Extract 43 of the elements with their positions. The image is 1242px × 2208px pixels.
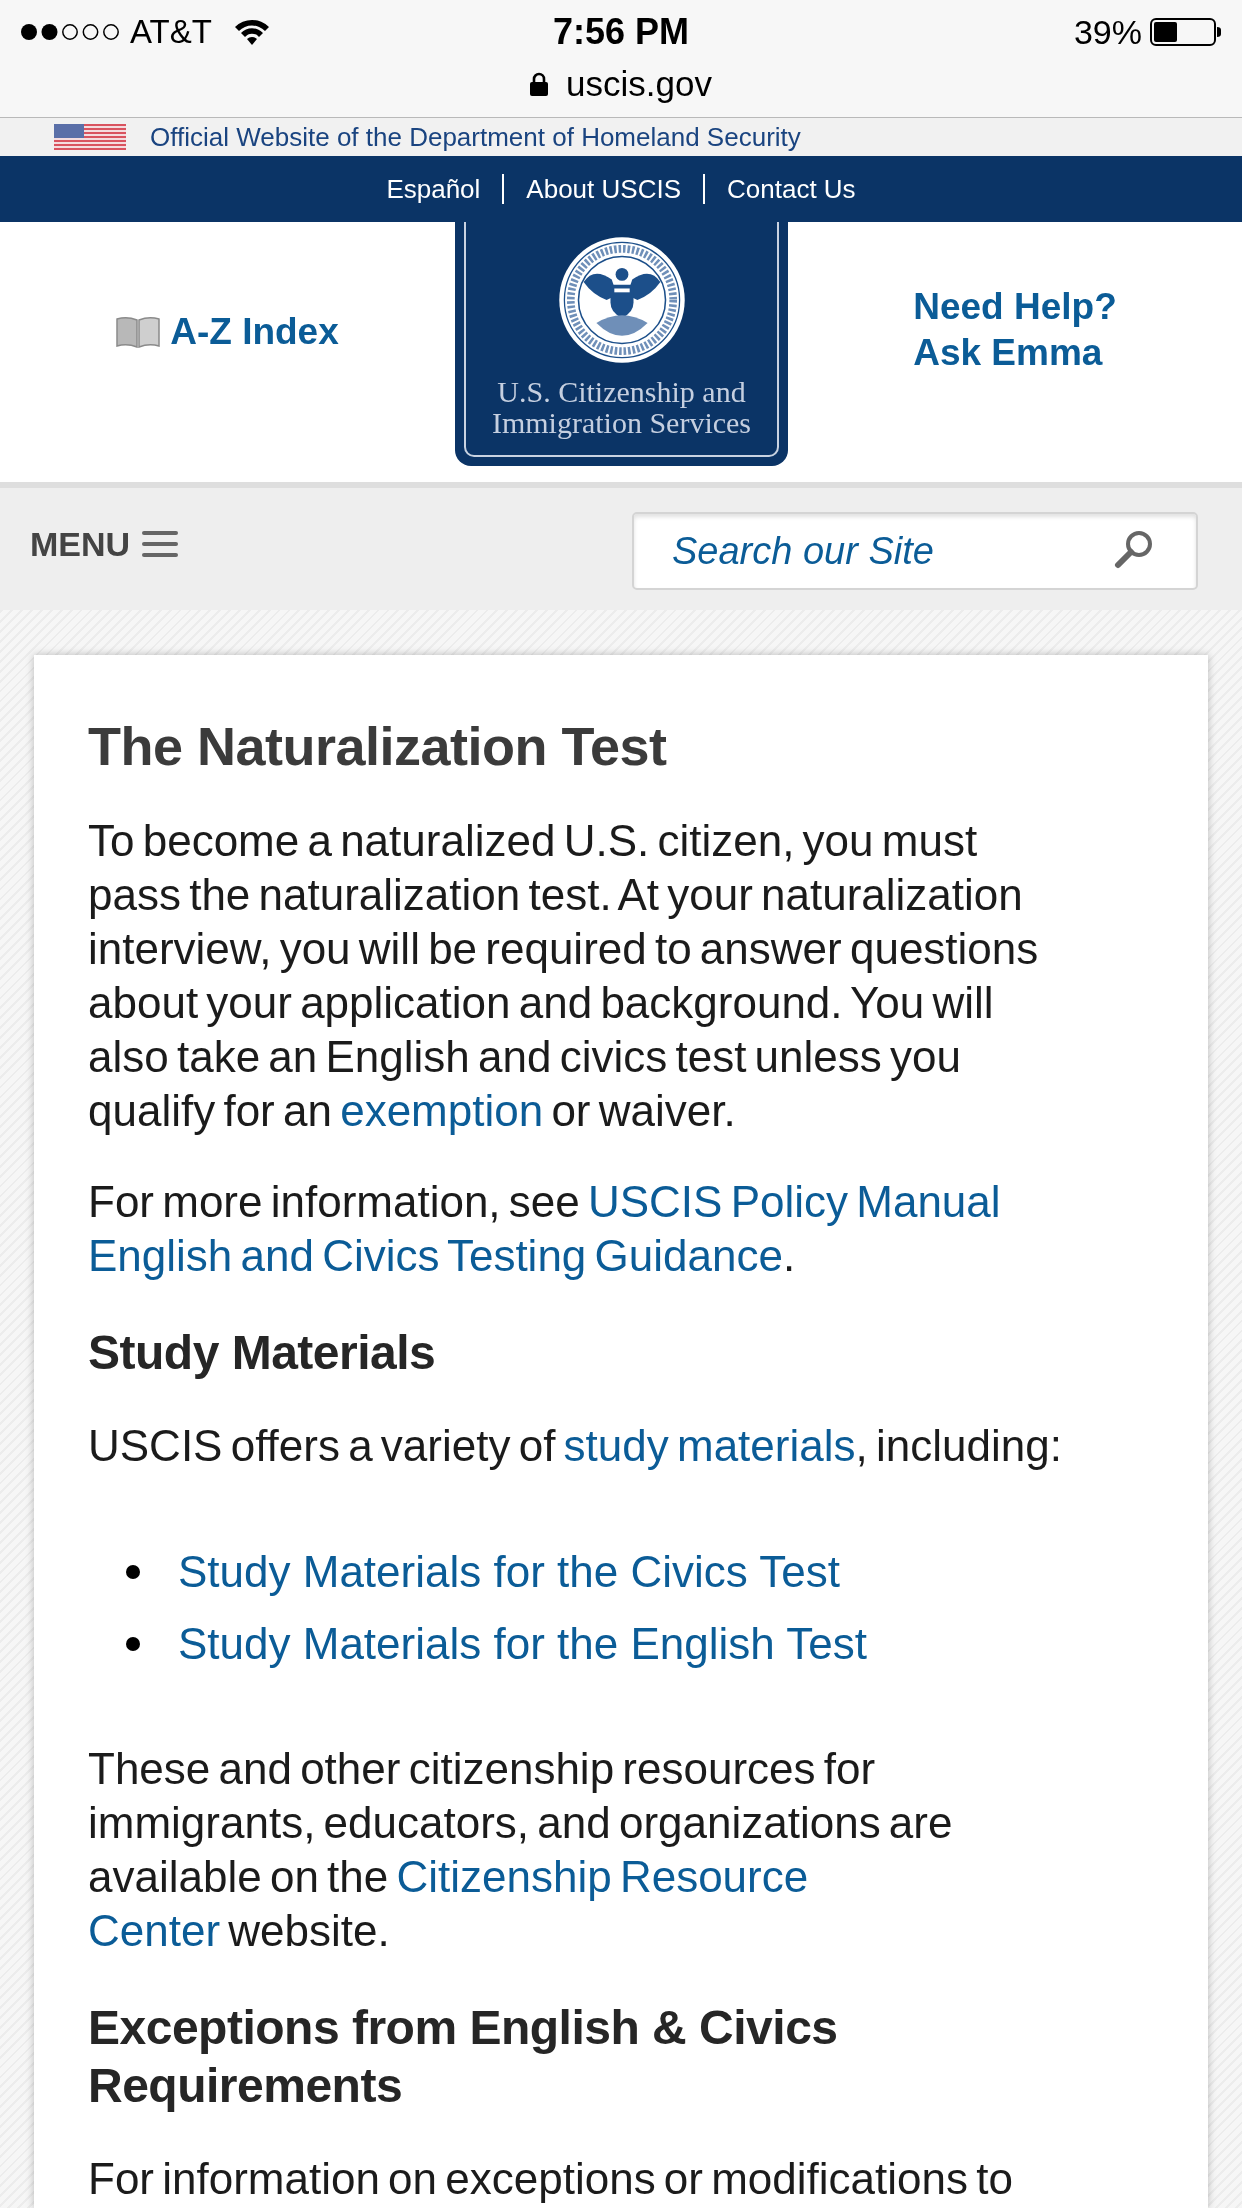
logo-text: U.S. Citizenship and bbox=[497, 376, 746, 407]
inline-link[interactable]: Center bbox=[88, 1906, 221, 1955]
section-heading: Study Materials bbox=[88, 1325, 437, 1381]
list-link[interactable]: Study Materials for the Civics Test bbox=[178, 1545, 840, 1599]
inline-link[interactable]: study materials bbox=[563, 1421, 856, 1470]
inline-link[interactable]: USCIS Policy Manual bbox=[587, 1177, 1001, 1226]
bullet-icon bbox=[126, 1565, 140, 1579]
inline-link[interactable]: exemption bbox=[340, 1086, 544, 1135]
paragraph-text: These and other citizenship resources for immigrants, educators, and organizations are available on the Citizenship Resource Center website. bbox=[88, 1743, 954, 1957]
index-link[interactable]: A-Z Index bbox=[116, 310, 339, 354]
help-link[interactable]: Need Help? Ask Emma bbox=[913, 284, 1117, 376]
lock-icon bbox=[530, 72, 549, 96]
seal-icon bbox=[557, 236, 686, 364]
book-icon bbox=[116, 316, 161, 348]
top-link[interactable]: Contact Us bbox=[727, 174, 856, 204]
menu-button[interactable]: MENU bbox=[30, 524, 179, 564]
paragraph-text: For information on exceptions or modifications to bbox=[88, 2153, 1014, 2205]
list-link[interactable]: Study Materials for the English Test bbox=[178, 1617, 867, 1671]
bullet-icon bbox=[126, 1637, 140, 1651]
wifi-icon bbox=[233, 18, 270, 46]
paragraph-text: To become a naturalized U.S. citizen, you must pass the naturalization test. At your naturalization interview, you will be required to answer questions about your application and background. You will also take an English and civics test unless you qualify for an exemption or waiver. bbox=[88, 815, 1040, 1137]
inline-link[interactable]: Citizenship Resource bbox=[396, 1852, 809, 1901]
page-title: The Naturalization Test bbox=[88, 715, 668, 777]
clock-time: 7:56 PM bbox=[552, 12, 690, 52]
banner-text: Official Website of the Department of Homeland Security bbox=[150, 121, 801, 153]
paragraph-text: USCIS offers a variety of study materials, including: bbox=[88, 1420, 1063, 1472]
paragraph-text: For more information, see USCIS Policy Manual English and Civics Testing Guidance. bbox=[88, 1176, 1002, 1282]
battery-percent: 39% bbox=[1073, 12, 1142, 52]
inline-link[interactable]: English and Civics Testing Guidance bbox=[88, 1231, 783, 1280]
search-field[interactable]: Search our Site bbox=[632, 512, 1198, 590]
url-text[interactable]: uscis.gov bbox=[566, 64, 712, 104]
top-link[interactable]: About USCIS bbox=[526, 174, 681, 204]
search-icon bbox=[1114, 529, 1154, 569]
search-button[interactable] bbox=[1114, 529, 1154, 569]
top-link[interactable]: Español bbox=[386, 174, 481, 204]
battery-icon bbox=[1150, 18, 1222, 46]
menu-icon bbox=[142, 530, 179, 558]
flag-icon bbox=[54, 124, 126, 150]
carrier-name: AT&T bbox=[130, 12, 212, 52]
agency-logo[interactable]: U.S. Citizenship and Immigration Services bbox=[455, 222, 788, 466]
logo-text: Immigration Services bbox=[491, 407, 752, 438]
section-heading: Exceptions from English & Civics Requirements bbox=[88, 2000, 839, 2114]
signal-icon bbox=[20, 23, 120, 41]
